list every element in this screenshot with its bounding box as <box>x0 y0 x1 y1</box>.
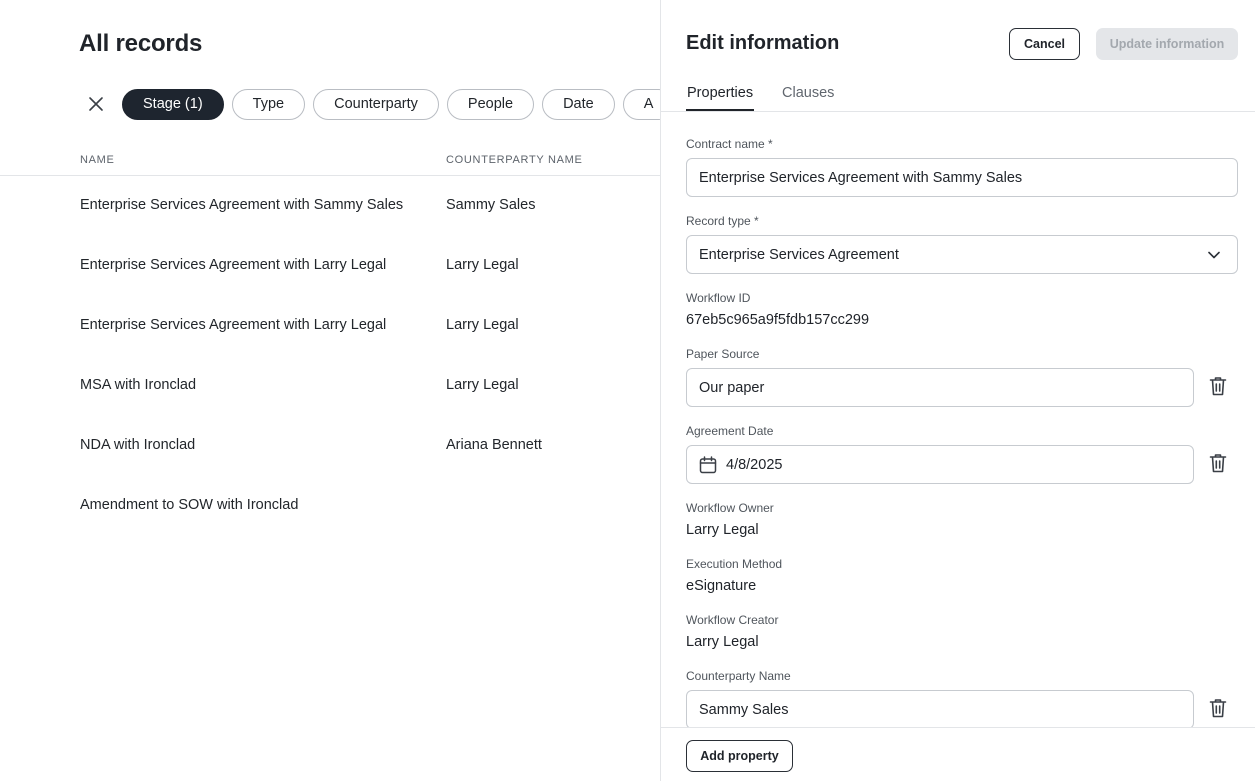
record-counterparty: Larry Legal <box>446 377 519 393</box>
table-row[interactable]: Enterprise Services Agreement with Larry… <box>0 296 660 356</box>
trash-icon[interactable] <box>1208 452 1228 474</box>
workflow-id-value: 67eb5c965a9f5fdb157cc299 <box>686 312 870 328</box>
records-view: All records Stage (1) Type Counterparty … <box>0 0 660 781</box>
paper-source-value: Our paper <box>699 379 765 396</box>
record-type-value: Enterprise Services Agreement <box>699 246 899 263</box>
workflow-id-label: Workflow ID <box>686 291 751 305</box>
tab-clauses[interactable]: Clauses <box>782 85 834 109</box>
table-row[interactable]: Enterprise Services Agreement with Larry… <box>0 236 660 296</box>
record-name[interactable]: Enterprise Services Agreement with Larry… <box>80 317 386 333</box>
record-counterparty: Sammy Sales <box>446 197 536 213</box>
table-row[interactable]: Amendment to SOW with Ironclad <box>0 476 660 536</box>
workflow-creator-label: Workflow Creator <box>686 613 779 627</box>
workflow-owner-label: Workflow Owner <box>686 501 774 515</box>
filter-chip-more[interactable]: A <box>622 88 660 120</box>
chevron-down-icon <box>1207 248 1221 262</box>
agreement-date-input[interactable]: 4/8/2025 <box>686 445 1194 484</box>
execution-method-value: eSignature <box>686 578 757 594</box>
agreement-date-value: 4/8/2025 <box>726 456 783 473</box>
record-counterparty: Ariana Bennett <box>446 437 542 453</box>
trash-icon[interactable] <box>1208 375 1228 397</box>
close-icon[interactable] <box>84 92 108 116</box>
record-counterparty: Larry Legal <box>446 317 519 333</box>
panel-tabs: Properties Clauses <box>661 80 1255 112</box>
filter-chip-date[interactable]: Date <box>542 88 615 120</box>
column-header-name[interactable]: NAME <box>80 154 115 166</box>
workflow-owner-value: Larry Legal <box>686 522 759 538</box>
record-counterparty: Larry Legal <box>446 257 519 273</box>
filter-chip-counterparty[interactable]: Counterparty <box>313 88 439 120</box>
table-header: NAME COUNTERPARTY NAME <box>0 150 660 176</box>
filter-chip-people[interactable]: People <box>446 88 535 120</box>
panel-footer: Add property <box>661 727 1255 781</box>
table-row[interactable]: MSA with Ironclad Larry Legal <box>0 356 660 416</box>
record-type-label: Record type * <box>686 214 759 228</box>
record-name[interactable]: NDA with Ironclad <box>80 437 195 453</box>
add-property-button[interactable]: Add property <box>686 740 793 772</box>
counterparty-name-label: Counterparty Name <box>686 669 791 683</box>
page-title: All records <box>79 30 203 57</box>
record-name[interactable]: MSA with Ironclad <box>80 377 196 393</box>
tab-properties[interactable]: Properties <box>686 85 755 111</box>
filter-chip-type[interactable]: Type <box>231 88 306 120</box>
panel-title: Edit information <box>686 32 840 54</box>
filter-bar: Stage (1) Type Counterparty People Date … <box>84 88 660 120</box>
paper-source-label: Paper Source <box>686 347 760 361</box>
counterparty-name-value: Sammy Sales <box>699 701 789 718</box>
counterparty-name-input[interactable]: Sammy Sales <box>686 690 1194 729</box>
filter-chip-stage[interactable]: Stage (1) <box>122 88 224 120</box>
contract-name-label: Contract name * <box>686 137 773 151</box>
paper-source-input[interactable]: Our paper <box>686 368 1194 407</box>
agreement-date-label: Agreement Date <box>686 424 774 438</box>
workflow-creator-value: Larry Legal <box>686 634 759 650</box>
record-name[interactable]: Amendment to SOW with Ironclad <box>80 497 298 513</box>
contract-name-input[interactable]: Enterprise Services Agreement with Sammy… <box>686 158 1238 197</box>
record-name[interactable]: Enterprise Services Agreement with Larry… <box>80 257 386 273</box>
table-row[interactable]: NDA with Ironclad Ariana Bennett <box>0 416 660 476</box>
update-information-button[interactable]: Update information <box>1096 28 1238 60</box>
execution-method-label: Execution Method <box>686 557 783 571</box>
calendar-icon <box>699 455 717 474</box>
column-header-counterparty[interactable]: COUNTERPARTY NAME <box>446 154 583 166</box>
record-type-select[interactable]: Enterprise Services Agreement <box>686 235 1238 274</box>
table-row[interactable]: Enterprise Services Agreement with Sammy… <box>0 176 660 236</box>
cancel-button[interactable]: Cancel <box>1009 28 1080 60</box>
trash-icon[interactable] <box>1208 697 1228 719</box>
record-name[interactable]: Enterprise Services Agreement with Sammy… <box>80 197 403 213</box>
contract-name-value: Enterprise Services Agreement with Sammy… <box>699 169 1023 186</box>
edit-panel: Edit information Cancel Update informati… <box>660 0 1255 781</box>
